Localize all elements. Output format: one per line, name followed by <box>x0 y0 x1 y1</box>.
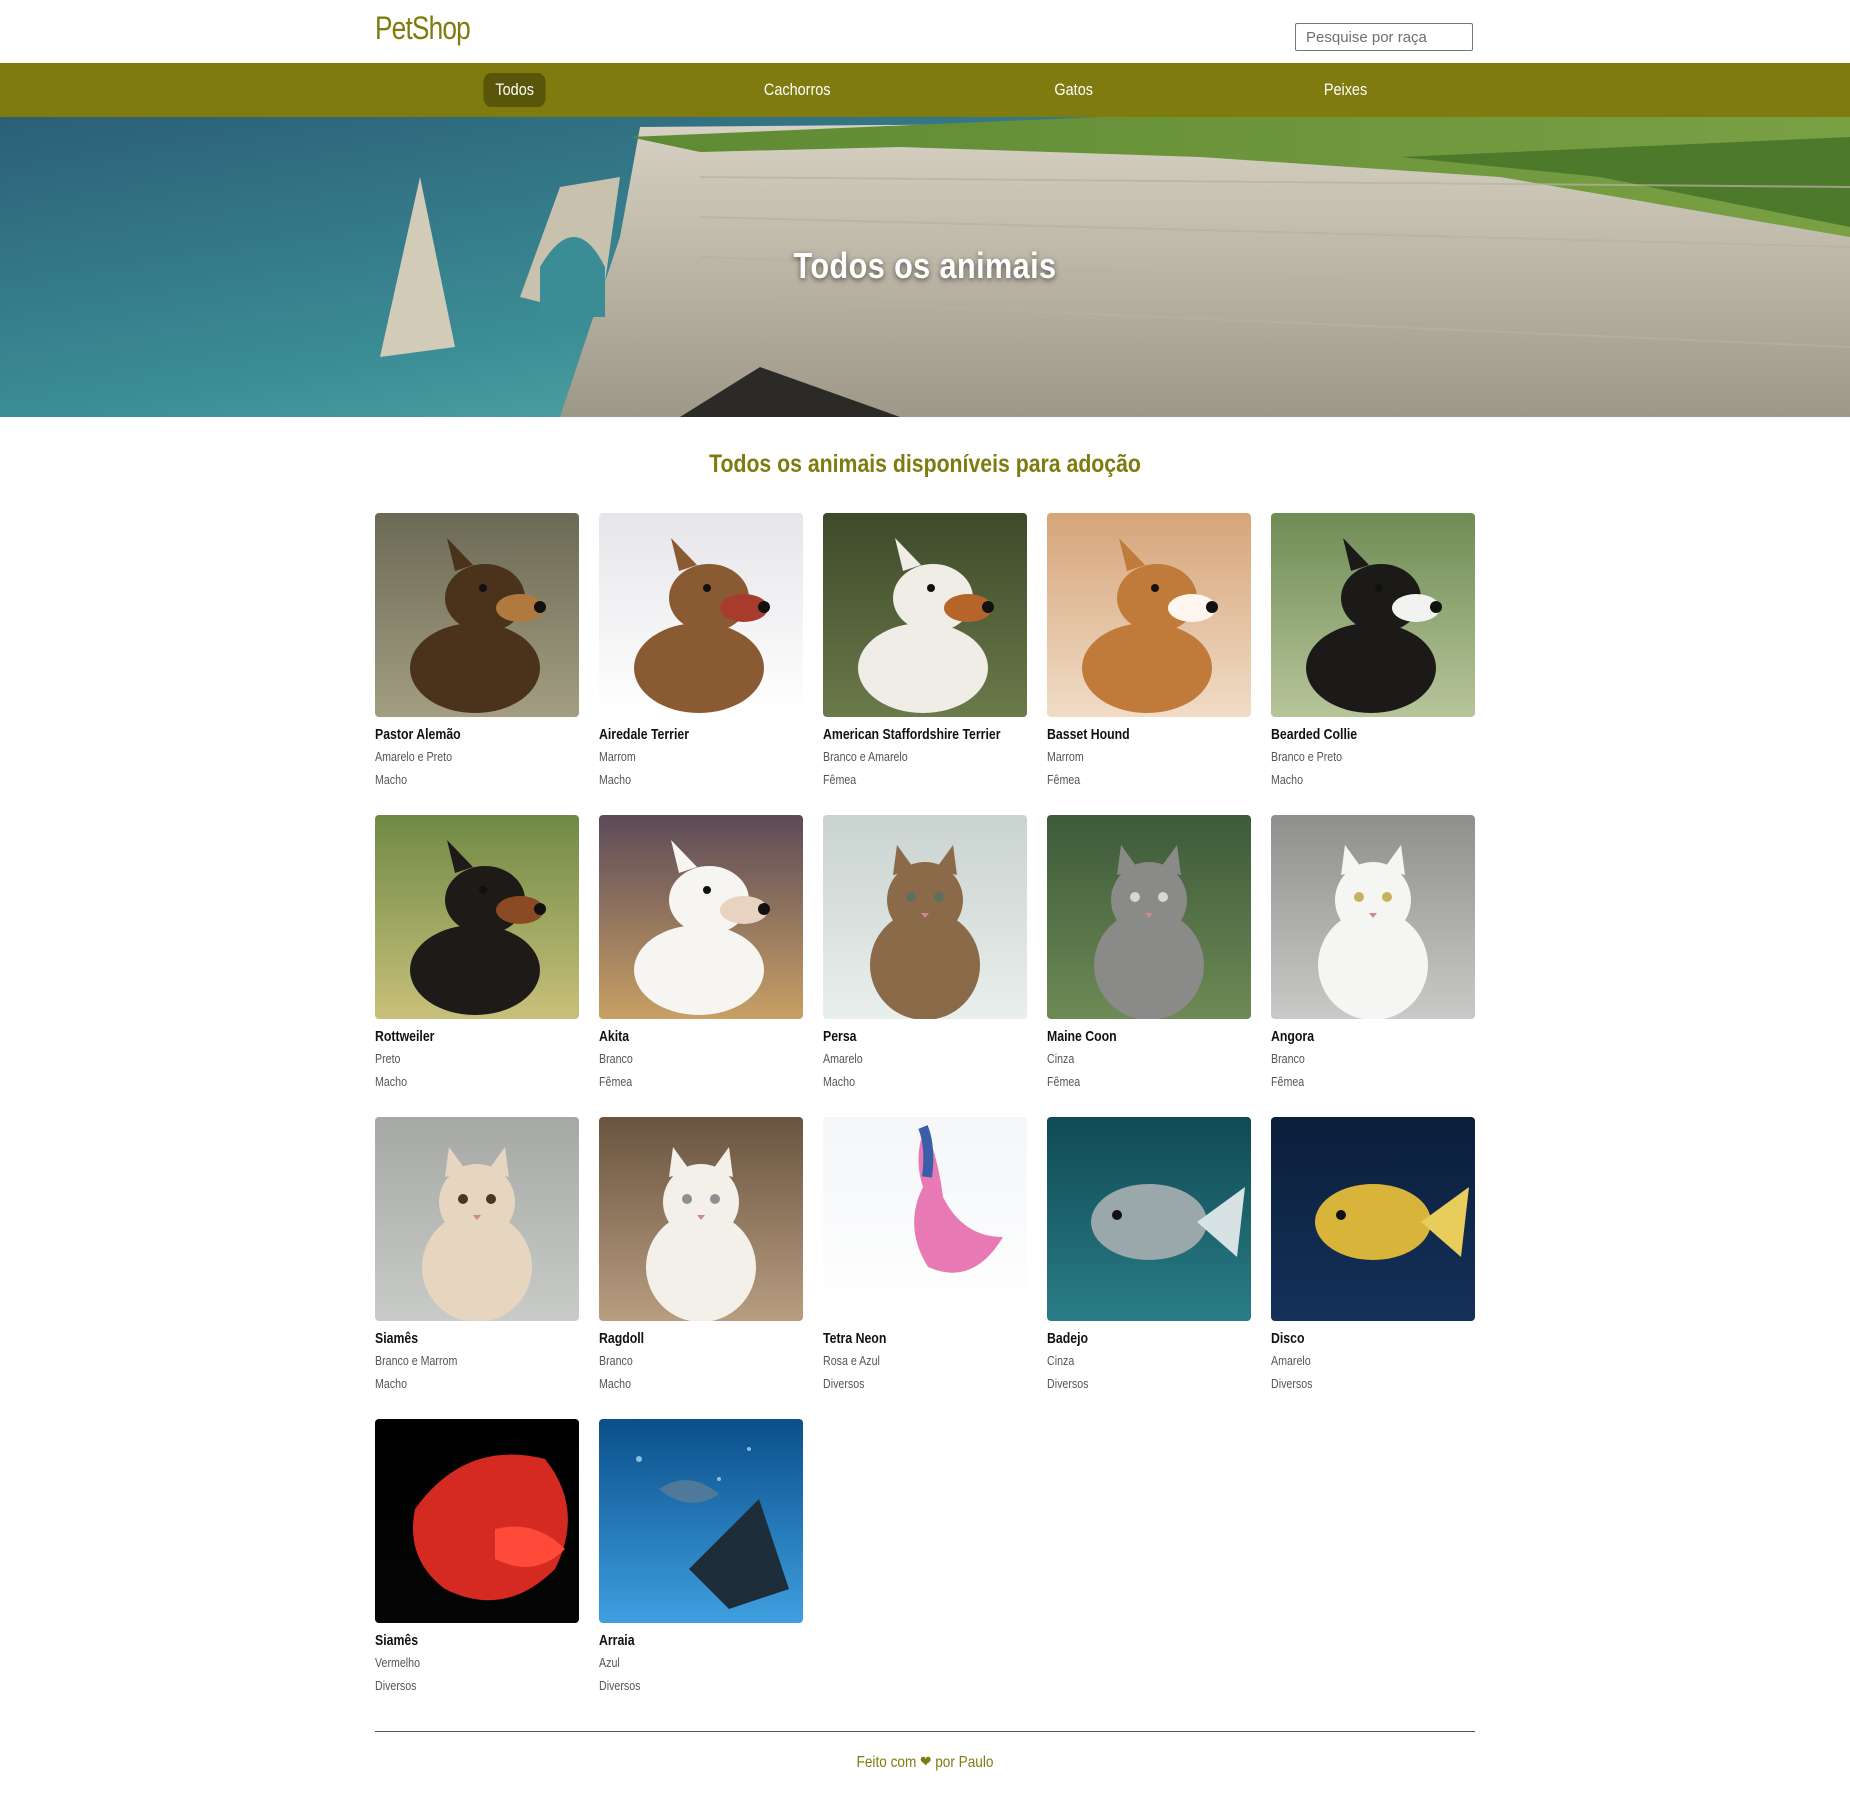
animal-sex: Macho <box>599 1376 632 1391</box>
nav-item-todos[interactable]: Todos <box>483 73 546 107</box>
animal-sex: Macho <box>375 1074 408 1089</box>
animal-name: Badejo <box>1047 1330 1089 1347</box>
animal-color: Preto <box>375 1051 401 1066</box>
animal-sex: Diversos <box>599 1678 641 1693</box>
top-header: PetShop <box>0 0 1850 63</box>
animal-card[interactable]: Pastor Alemão Amarelo e Preto Macho <box>375 513 579 791</box>
animal-sex: Fêmea <box>1271 1074 1305 1089</box>
animal-sex: Fêmea <box>1047 1074 1081 1089</box>
animal-photo[interactable] <box>1047 1117 1251 1321</box>
footer-divider <box>375 1731 1475 1732</box>
animal-name: Akita <box>599 1028 630 1045</box>
section-title: Todos os animais disponíveis para adoção <box>709 450 1141 478</box>
animal-name: Tetra Neon <box>823 1330 887 1347</box>
nav-item-peixes[interactable]: Peixes <box>1312 73 1379 107</box>
animal-color: Azul <box>599 1655 620 1670</box>
animal-color: Branco <box>599 1051 633 1066</box>
animal-sex: Macho <box>1271 772 1304 787</box>
animal-color: Amarelo <box>1271 1353 1311 1368</box>
animal-card[interactable]: Angora Branco Fêmea <box>1271 815 1475 1093</box>
animal-sex: Diversos <box>823 1376 865 1391</box>
animal-color: Branco <box>599 1353 633 1368</box>
animal-name: Siamês <box>375 1632 419 1649</box>
animal-card[interactable]: Siamês Branco e Marrom Macho <box>375 1117 579 1395</box>
animal-card[interactable]: American Staffordshire Terrier Branco e … <box>823 513 1027 791</box>
animal-photo[interactable] <box>823 1117 1027 1321</box>
nav-item-cachorros[interactable]: Cachorros <box>752 73 842 107</box>
animal-color: Amarelo <box>823 1051 863 1066</box>
animal-sex: Macho <box>375 1376 408 1391</box>
animal-card[interactable]: Siamês Vermelho Diversos <box>375 1419 579 1697</box>
animal-photo[interactable] <box>823 513 1027 717</box>
nav-item-gatos[interactable]: Gatos <box>1043 73 1105 107</box>
animal-name: Pastor Alemão <box>375 726 461 743</box>
animal-sex: Macho <box>375 772 408 787</box>
animal-photo[interactable] <box>1271 513 1475 717</box>
footer-credit: Feito com ❤ por Paulo <box>856 1754 994 1771</box>
animal-sex: Fêmea <box>599 1074 633 1089</box>
animal-photo[interactable] <box>375 815 579 1019</box>
animal-photo[interactable] <box>1047 815 1251 1019</box>
animal-card[interactable]: Akita Branco Fêmea <box>599 815 803 1093</box>
search-input[interactable] <box>1295 23 1473 51</box>
animal-sex: Fêmea <box>823 772 857 787</box>
animal-color: Branco e Amarelo <box>823 749 908 764</box>
animal-photo[interactable] <box>1271 1117 1475 1321</box>
animal-card[interactable]: Ragdoll Branco Macho <box>599 1117 803 1395</box>
animal-name: Bearded Collie <box>1271 726 1358 743</box>
hero-banner: Todos os animais <box>0 117 1850 417</box>
animal-name: Maine Coon <box>1047 1028 1117 1045</box>
animal-color: Vermelho <box>375 1655 421 1670</box>
animal-photo[interactable] <box>599 513 803 717</box>
animal-photo[interactable] <box>823 815 1027 1019</box>
animal-card[interactable]: Tetra Neon Rosa e Azul Diversos <box>823 1117 1027 1395</box>
hero-title: Todos os animais <box>793 245 1057 286</box>
animal-card[interactable]: Rottweiler Preto Macho <box>375 815 579 1093</box>
animal-name: American Staffordshire Terrier <box>823 726 1001 743</box>
animal-color: Rosa e Azul <box>823 1353 880 1368</box>
animal-card[interactable]: Basset Hound Marrom Fêmea <box>1047 513 1251 791</box>
animal-name: Siamês <box>375 1330 419 1347</box>
animal-color: Cinza <box>1047 1353 1075 1368</box>
animal-card[interactable]: Arraia Azul Diversos <box>599 1419 803 1697</box>
animal-sex: Macho <box>823 1074 856 1089</box>
animal-color: Branco <box>1271 1051 1305 1066</box>
animal-name: Angora <box>1271 1028 1315 1045</box>
animal-card[interactable]: Persa Amarelo Macho <box>823 815 1027 1093</box>
animal-color: Cinza <box>1047 1051 1075 1066</box>
animal-name: Basset Hound <box>1047 726 1130 743</box>
animal-sex: Diversos <box>375 1678 417 1693</box>
animal-color: Marrom <box>599 749 636 764</box>
animal-name: Ragdoll <box>599 1330 645 1347</box>
animal-sex: Macho <box>599 772 632 787</box>
animal-color: Branco e Marrom <box>375 1353 458 1368</box>
main-nav: Todos Cachorros Gatos Peixes <box>0 63 1850 117</box>
animal-photo[interactable] <box>599 1419 803 1623</box>
animal-color: Marrom <box>1047 749 1084 764</box>
animal-card[interactable]: Airedale Terrier Marrom Macho <box>599 513 803 791</box>
animal-photo[interactable] <box>1271 815 1475 1019</box>
animal-card[interactable]: Bearded Collie Branco e Preto Macho <box>1271 513 1475 791</box>
animal-photo[interactable] <box>375 1117 579 1321</box>
animal-sex: Fêmea <box>1047 772 1081 787</box>
animal-card[interactable]: Maine Coon Cinza Fêmea <box>1047 815 1251 1093</box>
animal-card[interactable]: Badejo Cinza Diversos <box>1047 1117 1251 1395</box>
animal-sex: Diversos <box>1271 1376 1313 1391</box>
animal-name: Persa <box>823 1028 857 1045</box>
animal-color: Amarelo e Preto <box>375 749 453 764</box>
animal-sex: Diversos <box>1047 1376 1089 1391</box>
animal-photo[interactable] <box>1047 513 1251 717</box>
animal-name: Arraia <box>599 1632 635 1649</box>
animal-name: Disco <box>1271 1330 1305 1347</box>
brand-logo[interactable]: PetShop <box>375 10 471 47</box>
animal-photo[interactable] <box>599 1117 803 1321</box>
animal-color: Branco e Preto <box>1271 749 1343 764</box>
animal-card[interactable]: Disco Amarelo Diversos <box>1271 1117 1475 1395</box>
animal-photo[interactable] <box>375 513 579 717</box>
animal-name: Airedale Terrier <box>599 726 690 743</box>
animal-photo[interactable] <box>599 815 803 1019</box>
animal-photo[interactable] <box>375 1419 579 1623</box>
animal-name: Rottweiler <box>375 1028 435 1045</box>
